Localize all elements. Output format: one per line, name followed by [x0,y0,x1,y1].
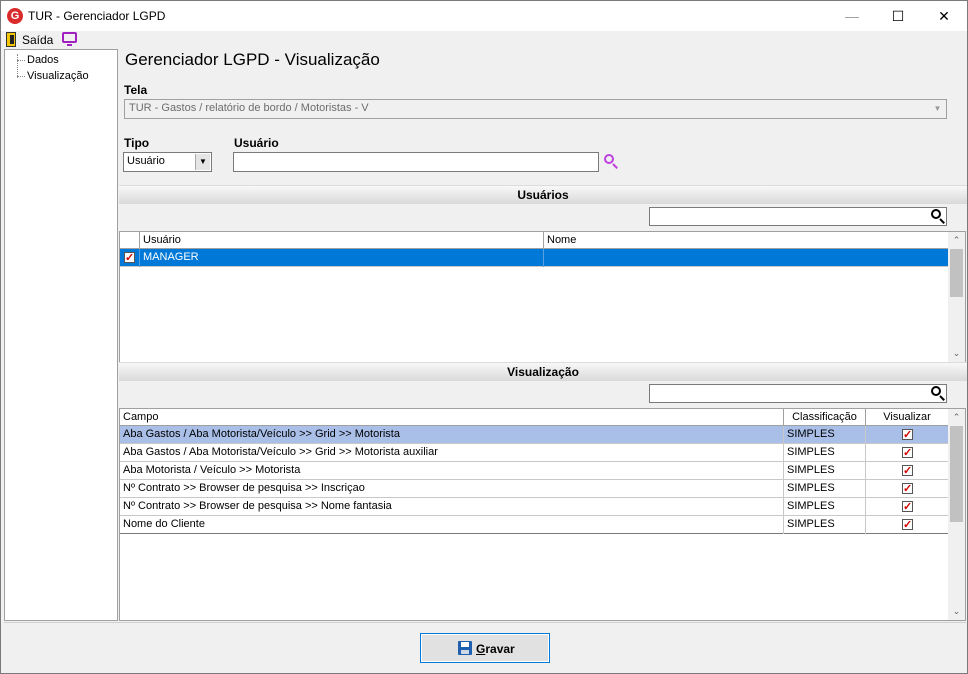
visualizar-checkbox[interactable] [902,427,913,444]
table-row[interactable]: Aba Motorista / Veículo >> Motorista SIM… [120,462,948,480]
visualizar-checkbox[interactable] [902,463,913,480]
window-title: TUR - Gerenciador LGPD [28,9,166,23]
monitor-icon[interactable] [62,32,77,46]
usuario-label: Usuário [234,136,279,150]
navigation-tree: Dados Visualização [4,49,118,621]
usuario-input[interactable] [233,152,599,172]
door-exit-icon[interactable] [6,32,16,47]
visualizacao-search-input[interactable] [649,384,947,403]
maximize-button[interactable]: ☐ [875,1,921,31]
visualizar-checkbox[interactable] [902,499,913,516]
scroll-down-icon[interactable]: ⌄ [948,345,965,362]
visualizar-checkbox[interactable] [902,517,913,534]
table-row[interactable]: MANAGER [120,249,948,267]
cell-visualizar [866,444,948,462]
cell-classificacao: SIMPLES [784,462,866,480]
cell-classificacao: SIMPLES [784,516,866,534]
row-checkbox-cell [120,249,140,267]
floppy-disk-icon [458,641,472,655]
cell-classificacao: SIMPLES [784,498,866,516]
scroll-thumb[interactable] [950,426,963,522]
cell-visualizar [866,498,948,516]
tela-value: TUR - Gastos / relatório de bordo / Moto… [129,102,369,114]
cell-campo: Nº Contrato >> Browser de pesquisa >> No… [120,498,784,516]
cell-nome [544,249,948,267]
close-button[interactable]: ✕ [921,1,967,31]
cell-visualizar [866,462,948,480]
scroll-up-icon[interactable]: ⌃ [948,409,965,426]
column-header-visualizar[interactable]: Visualizar [866,409,948,426]
column-header-usuario[interactable]: Usuário [140,232,544,249]
users-scrollbar[interactable]: ⌃ ⌄ [948,232,965,362]
title-bar: G TUR - Gerenciador LGPD — ☐ ✕ [1,1,967,31]
table-row[interactable]: Nº Contrato >> Browser de pesquisa >> In… [120,480,948,498]
scroll-up-icon[interactable]: ⌃ [948,232,965,249]
visualizacao-grid-header: Campo Classificação Visualizar [120,409,948,426]
toolbar: Saída [1,31,967,49]
column-header-campo[interactable]: Campo [120,409,784,426]
users-grid: Usuário Nome MANAGER ⌃ ⌄ [119,231,966,363]
table-row[interactable]: Aba Gastos / Aba Motorista/Veículo >> Gr… [120,426,948,444]
exit-button[interactable]: Saída [22,33,53,47]
scroll-thumb[interactable] [950,249,963,297]
chevron-down-icon[interactable]: ▼ [195,154,210,170]
row-checkbox[interactable] [124,250,135,267]
table-row[interactable]: Aba Gastos / Aba Motorista/Veículo >> Gr… [120,444,948,462]
search-user-icon[interactable] [604,154,620,170]
tela-combobox: TUR - Gastos / relatório de bordo / Moto… [124,99,947,119]
tree-item-dados[interactable]: Dados [27,54,59,66]
app-logo-icon: G [7,8,23,24]
tipo-select[interactable]: Usuário ▼ [123,152,212,172]
tree-item-visualizacao[interactable]: Visualização [27,70,89,82]
cell-visualizar [866,480,948,498]
cell-classificacao: SIMPLES [784,426,866,444]
save-button[interactable]: Gravar [420,633,550,663]
tela-label: Tela [124,83,148,97]
cell-campo: Aba Motorista / Veículo >> Motorista [120,462,784,480]
chevron-down-icon: ▼ [933,104,942,113]
cell-visualizar [866,516,948,534]
visualizacao-scrollbar[interactable]: ⌃ ⌄ [948,409,965,620]
save-button-label: Gravar [476,642,515,656]
visualizacao-section-header: Visualização [119,362,967,381]
table-row[interactable]: Nome do Cliente SIMPLES [120,516,948,534]
cell-campo: Nº Contrato >> Browser de pesquisa >> In… [120,480,784,498]
cell-classificacao: SIMPLES [784,444,866,462]
cell-classificacao: SIMPLES [784,480,866,498]
table-row[interactable]: Nº Contrato >> Browser de pesquisa >> No… [120,498,948,516]
column-header-nome[interactable]: Nome [544,232,948,249]
tree-connector [17,54,18,78]
cell-campo: Aba Gastos / Aba Motorista/Veículo >> Gr… [120,426,784,444]
search-icon[interactable] [931,386,946,401]
search-icon[interactable] [931,209,946,224]
cell-campo: Nome do Cliente [120,516,784,534]
cell-visualizar [866,426,948,444]
app-window: G TUR - Gerenciador LGPD — ☐ ✕ Saída Dad… [0,0,968,674]
tipo-label: Tipo [124,136,150,150]
tree-connector [17,76,25,77]
column-header-classificacao[interactable]: Classificação [784,409,866,426]
scroll-down-icon[interactable]: ⌄ [948,603,965,620]
users-section-header: Usuários [119,185,967,204]
checkbox-column-header [120,232,140,249]
visualizacao-grid: Campo Classificação Visualizar Aba Gasto… [119,408,966,621]
minimize-button[interactable]: — [829,1,875,31]
page-title: Gerenciador LGPD - Visualização [125,50,380,69]
users-search-input[interactable] [649,207,947,226]
visualizar-checkbox[interactable] [902,445,913,462]
tree-connector [17,60,25,61]
cell-usuario: MANAGER [140,249,544,267]
users-grid-header: Usuário Nome [120,232,948,249]
cell-campo: Aba Gastos / Aba Motorista/Veículo >> Gr… [120,444,784,462]
footer-divider [4,622,966,623]
tipo-value: Usuário [127,155,165,167]
visualizar-checkbox[interactable] [902,481,913,498]
